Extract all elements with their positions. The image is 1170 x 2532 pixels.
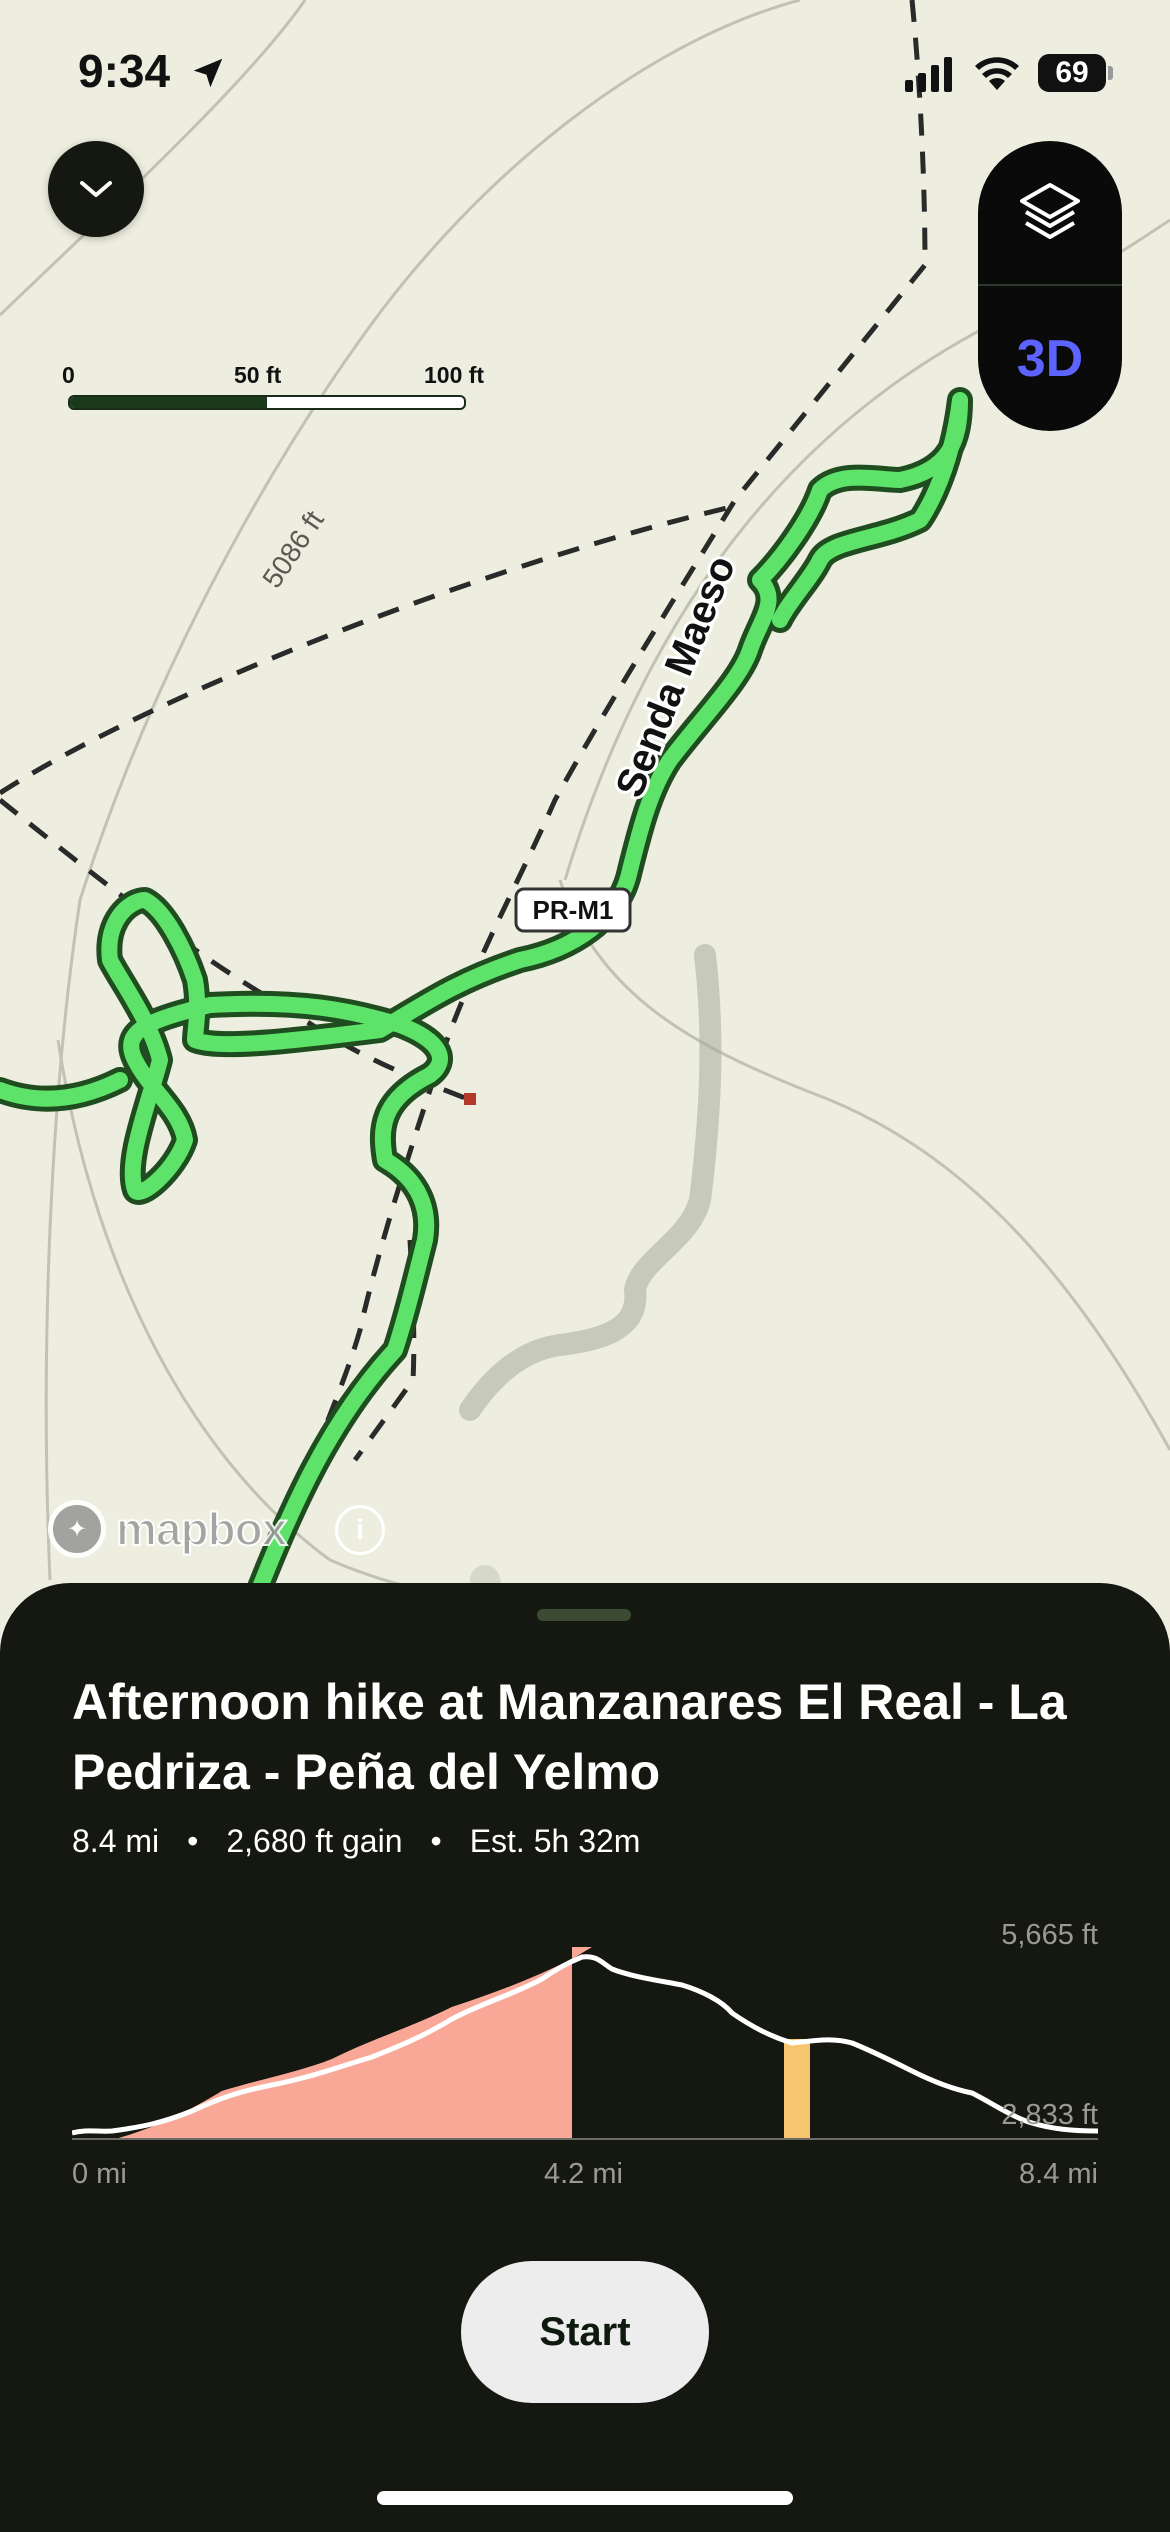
route-badge: PR-M1 [514,887,632,933]
scale-label-0: 0 [62,362,75,388]
scale-bar [68,395,466,410]
layers-icon [1020,182,1080,239]
collapse-sheet-button[interactable] [48,141,144,237]
hike-stats: 8.4 mi • 2,680 ft gain • Est. 5h 32m [72,1823,640,1860]
battery-icon: 69 [1038,54,1106,92]
stat-separator: • [430,1823,442,1859]
map-controls: 3D [978,141,1122,431]
mapbox-logo-icon: ✦ [48,1500,106,1558]
elevation-max-label: 5,665 ft [1001,1919,1098,1951]
location-arrow-icon [193,58,223,88]
elevation-profile[interactable]: 5,665 ft 2,833 ft [71,1919,1099,2149]
cellular-signal-icon [905,57,952,92]
scale-label-100: 100 ft [424,362,485,388]
home-indicator[interactable] [377,2491,793,2505]
layers-button[interactable] [978,141,1122,284]
distance-stat: 8.4 mi [72,1823,160,1859]
info-icon[interactable]: i [335,1505,385,1555]
3d-toggle-button[interactable]: 3D [978,286,1122,431]
start-button[interactable]: Start [461,2261,709,2403]
distance-end-label: 8.4 mi [1019,2158,1098,2190]
svg-text:PR-M1: PR-M1 [533,895,614,925]
hike-details-sheet: Afternoon hike at Manzanares El Real - L… [0,1583,1170,2532]
scale-label-50: 50 ft [234,362,282,388]
distance-start-label: 0 mi [72,2158,127,2190]
battery-level: 69 [1055,56,1089,89]
map-scale: 0 50 ft 100 ft [62,362,502,412]
elevation-min-label: 2,833 ft [1001,2099,1098,2131]
sheet-grabber[interactable] [537,1609,631,1621]
chevron-down-icon [80,181,112,197]
mapbox-attribution[interactable]: ✦ mapbox [48,1497,288,1561]
status-time: 9:34 [78,44,227,98]
distance-mid-label: 4.2 mi [544,2158,623,2190]
climb-section-fill [112,1947,581,2140]
status-bar: 9:34 69 [0,0,1170,140]
highlight-segment [784,2039,810,2139]
estimate-stat: Est. 5h 32m [469,1823,641,1859]
stat-separator: • [187,1823,199,1859]
gain-stat: 2,680 ft gain [226,1823,403,1859]
mapbox-wordmark: mapbox [115,1502,288,1556]
wifi-icon [975,57,1019,90]
hike-title: Afternoon hike at Manzanares El Real - L… [72,1674,1067,1800]
